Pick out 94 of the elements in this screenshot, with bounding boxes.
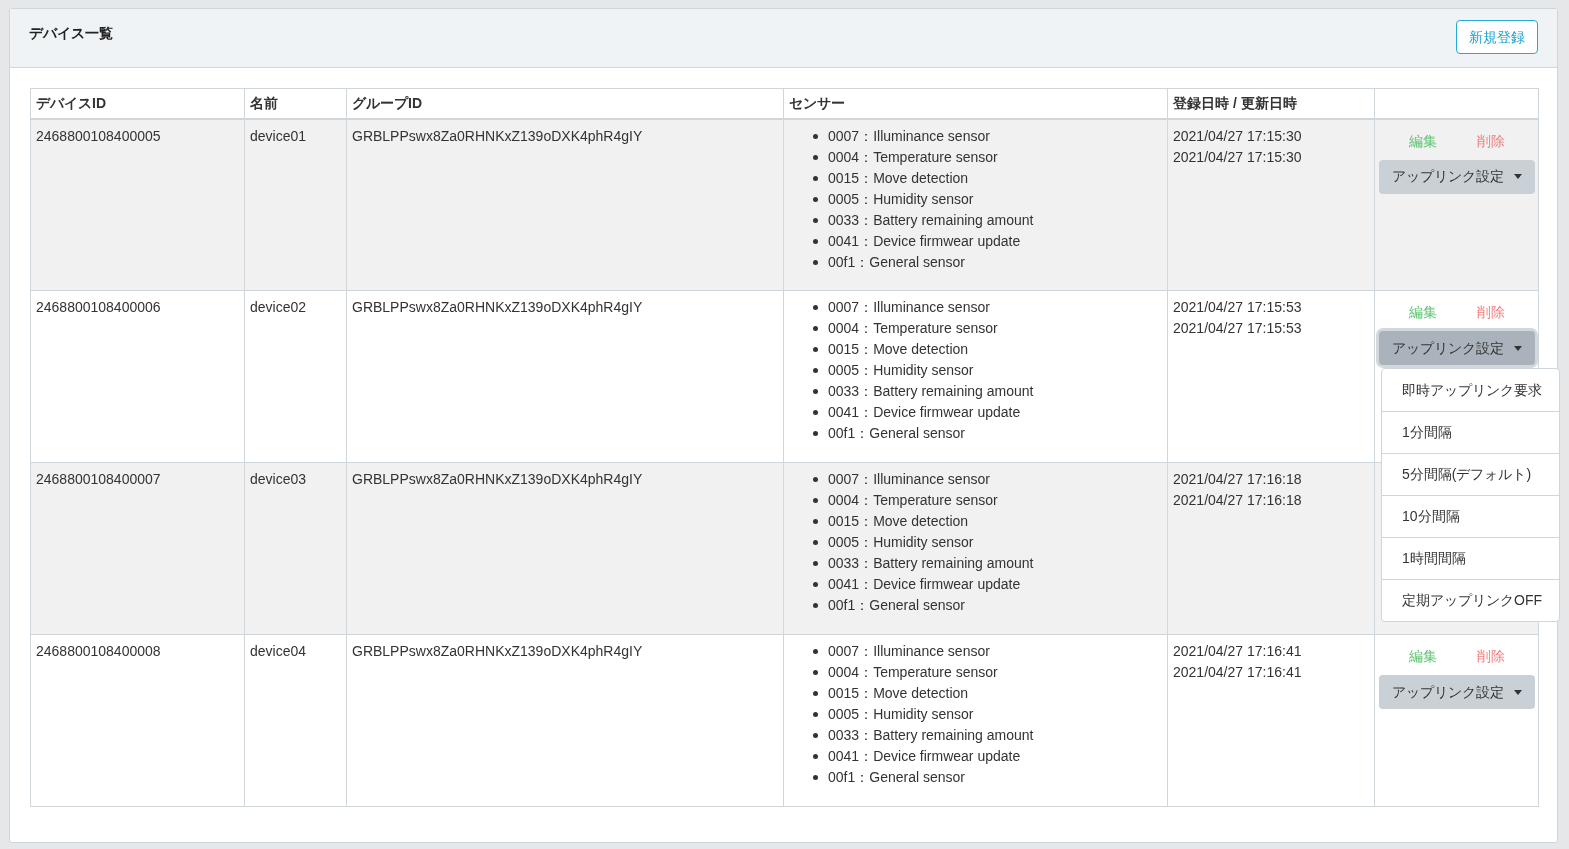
sensor-item: 0007：Illuminance sensor [828,299,990,315]
bullet-icon [813,196,818,202]
updated-date: 2021/04/27 17:15:30 [1173,147,1303,167]
registered-date: 2021/04/27 17:15:30 [1173,126,1303,146]
table-cell: device01 [250,127,307,144]
bullet-icon [813,238,818,244]
table-cell: 2468800108400006 [36,299,161,315]
table-cell: device03 [250,471,307,487]
sensor-item: 0005：Humidity sensor [828,534,974,550]
bullet-icon [813,389,818,394]
table-cell: device02 [250,299,307,315]
bullet-icon [813,519,818,524]
menu-item[interactable]: 1時間間隔 [1382,537,1559,579]
bullet-icon [813,712,818,717]
bullet-icon [813,175,818,181]
bullet-icon [813,368,818,373]
sensor-item: 00f1：General sensor [828,769,965,785]
bullet-icon [813,498,818,503]
bullet-icon [813,603,818,608]
registered-date: 2021/04/27 17:16:41 [1173,642,1303,661]
menu-item[interactable]: 1分間隔 [1382,411,1559,453]
sensor-item: 0007：Illuminance sensor [828,127,990,144]
sensor-item: 0033：Battery remaining amount [828,383,1034,399]
bullet-icon [813,540,818,545]
column-header: 登録日時 / 更新日時 [1173,94,1297,111]
bullet-icon [813,431,818,436]
caret-icon [1513,174,1522,179]
table-cell: 2468800108400005 [36,127,161,144]
sensor-item: 0005：Humidity sensor [828,706,974,722]
menu-item[interactable]: 10分間隔 [1382,495,1559,537]
updated-date: 2021/04/27 17:16:41 [1173,663,1303,682]
column-header: グループID [352,94,422,111]
table-cell: GRBLPPswx8Za0RHNKxZ139oDXK4phR4gIY [352,127,643,144]
bullet-icon [813,477,818,482]
bullet-icon [813,133,818,139]
sensor-item: 0007：Illuminance sensor [828,643,990,659]
caret-icon [1513,345,1522,351]
bullet-icon [813,154,818,160]
bullet-icon [813,582,818,587]
sensor-item: 0041：Device firmwear update [828,576,1021,592]
column-header: センサー [789,94,845,111]
sensor-item: 0033：Battery remaining amount [828,211,1034,228]
registered-date: 2021/04/27 17:16:18 [1173,470,1303,489]
bullet-icon [813,347,818,352]
sensor-item: 00f1：General sensor [828,253,965,270]
sensor-item: 0015：Move detection [828,685,969,701]
uplink-dropdown-button[interactable]: アップリンク設定 [1378,331,1535,365]
sensor-item: 0015：Move detection [828,513,969,529]
sensor-item: 0041：Device firmwear update [828,404,1021,420]
bullet-icon [813,649,818,654]
bullet-icon [813,754,818,759]
bullet-icon [813,259,818,265]
sensor-item: 0004：Temperature sensor [828,320,998,336]
bullet-icon [813,733,818,738]
sensor-item: 0007：Illuminance sensor [828,471,990,487]
caret-icon [1513,689,1522,695]
card-title: デバイス一覧 [29,24,113,43]
sensor-item: 0033：Battery remaining amount [828,555,1034,571]
sensor-item: 0005：Humidity sensor [828,190,974,207]
table-cell: GRBLPPswx8Za0RHNKxZ139oDXK4phR4gIY [352,299,643,315]
uplink-dropdown-button[interactable]: アップリンク設定 [1378,159,1535,194]
menu-item[interactable]: 即時アップリンク要求 [1382,369,1559,411]
updated-date: 2021/04/27 17:15:53 [1173,319,1303,338]
bullet-icon [813,326,818,331]
column-header: デバイスID [36,94,106,111]
bullet-icon [813,217,818,223]
column-header: 名前 [250,94,278,111]
sensor-item: 0015：Move detection [828,169,969,186]
registered-date: 2021/04/27 17:15:53 [1173,298,1303,317]
table-cell: 2468800108400007 [36,471,161,487]
updated-date: 2021/04/27 17:16:18 [1173,491,1303,510]
sensor-item: 00f1：General sensor [828,425,965,441]
menu-item[interactable]: 定期アップリンクOFF [1382,579,1559,621]
table-cell: 2468800108400008 [36,643,161,659]
sensor-item: 0041：Device firmwear update [828,748,1021,764]
sensor-item: 00f1：General sensor [828,597,965,613]
sensor-item: 0004：Temperature sensor [828,148,998,165]
table-cell: device04 [250,643,307,659]
bullet-icon [813,775,818,780]
sensor-item: 0005：Humidity sensor [828,362,974,378]
menu-item[interactable]: 5分間隔(デフォルト) [1382,453,1559,495]
bullet-icon [813,305,818,310]
bullet-icon [813,410,818,415]
sensor-item: 0015：Move detection [828,341,969,357]
bullet-icon [813,670,818,675]
table-cell: GRBLPPswx8Za0RHNKxZ139oDXK4phR4gIY [352,471,643,487]
bullet-icon [813,691,818,696]
table-cell: GRBLPPswx8Za0RHNKxZ139oDXK4phR4gIY [352,643,643,659]
bullet-icon [813,561,818,566]
sensor-item: 0004：Temperature sensor [828,492,998,508]
uplink-dropdown-button[interactable]: アップリンク設定 [1378,675,1535,709]
sensor-item: 0004：Temperature sensor [828,664,998,680]
sensor-item: 0041：Device firmwear update [828,232,1021,249]
sensor-item: 0033：Battery remaining amount [828,727,1034,743]
